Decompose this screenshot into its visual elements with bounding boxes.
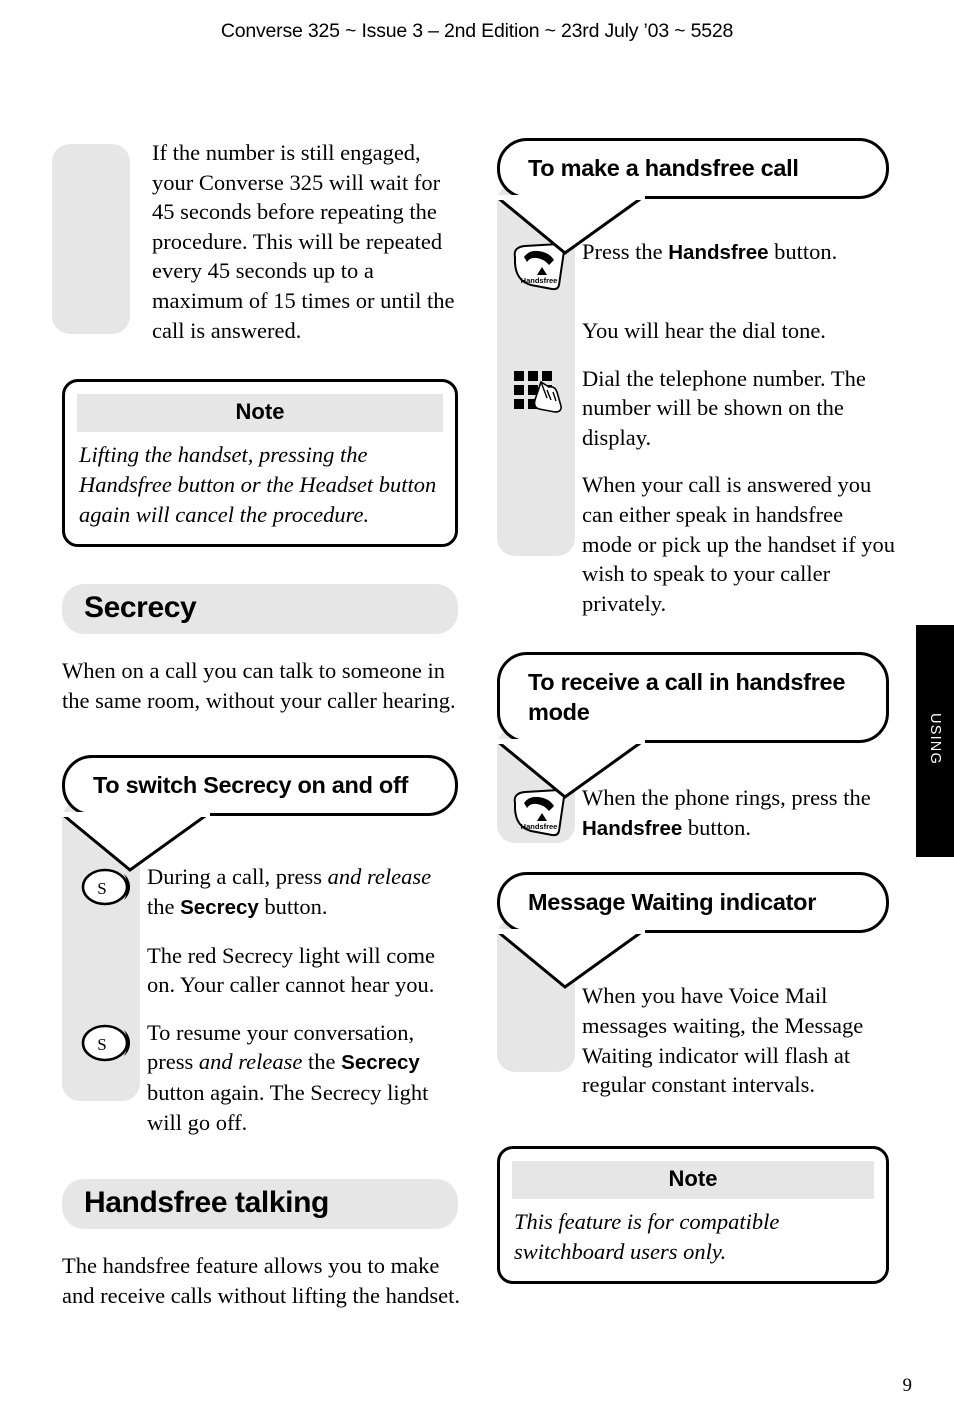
step-text: When you have Voice Mail messages waitin… xyxy=(582,983,864,1098)
handsfree-intro: The handsfree feature allows you to make… xyxy=(62,1253,461,1308)
secrecy-intro: When on a call you can talk to someone i… xyxy=(62,658,456,713)
callout-tail-icon xyxy=(492,739,648,800)
note-box-switchboard: Note This feature is for compatible swit… xyxy=(497,1145,889,1284)
step-icon-slot xyxy=(497,316,582,320)
section-heading-secrecy: Secrecy xyxy=(62,584,458,635)
callout-make-handsfree-call: To make a handsfree call xyxy=(492,138,897,255)
step-row: You will hear the dial tone. xyxy=(497,316,897,346)
step-icon-slot xyxy=(497,364,582,419)
make-call-steps-list: Handsfree Press the Handsfree button. You … xyxy=(497,237,897,618)
continued-paragraph: If the number is still engaged, your Con… xyxy=(152,140,455,343)
callout-message-waiting: Message Waiting indicator xyxy=(492,872,897,990)
secrecy-button-icon: S xyxy=(80,1022,130,1069)
message-waiting-block: Message Waiting indicator When you have … xyxy=(492,872,897,1099)
callout-tail-icon xyxy=(492,929,648,990)
note-title: Note xyxy=(512,1160,874,1199)
step-row: When your call is answered you can eithe… xyxy=(497,470,897,618)
step-text: To resume your conversation, press and r… xyxy=(147,1019,429,1135)
svg-text:Handsfree: Handsfree xyxy=(520,822,557,831)
note-title: Note xyxy=(77,394,443,433)
callout-title: To make a handsfree call xyxy=(497,138,889,199)
step-icon-slot xyxy=(62,941,147,945)
step-text: The red Secrecy light will come on. Your… xyxy=(147,942,436,998)
note-body: Lifting the handset, pressing the Handsf… xyxy=(79,442,437,528)
side-tab-using: USING xyxy=(916,625,954,857)
svg-text:Handsfree: Handsfree xyxy=(520,276,557,285)
step-row: S To resume your conversation, press and … xyxy=(62,1018,462,1137)
svg-text:S: S xyxy=(97,879,106,898)
page-number: 9 xyxy=(902,1375,913,1396)
callout-receive-handsfree-call: To receive a call in handsfree mode xyxy=(492,652,897,800)
step-row: The red Secrecy light will come on. Your… xyxy=(62,941,462,1000)
step-row: When you have Voice Mail messages waitin… xyxy=(497,981,897,1099)
step-text: You will hear the dial tone. xyxy=(582,318,826,343)
keypad-icon xyxy=(511,368,569,419)
step-icon-slot xyxy=(497,470,582,474)
running-header: Converse 325 ~ Issue 3 – 2nd Edition ~ 2… xyxy=(220,20,734,42)
svg-text:S: S xyxy=(97,1035,106,1054)
callout-title: Message Waiting indicator xyxy=(497,872,889,934)
callout-title: To switch Secrecy on and off xyxy=(62,755,458,817)
step-text: When your call is answered you can eithe… xyxy=(582,472,896,616)
right-column: To make a handsfree call Handsfree Press … xyxy=(492,138,897,1284)
step-icon-slot: S xyxy=(62,1018,147,1069)
secrecy-procedure-block: To switch Secrecy on and off S During a c… xyxy=(57,755,462,1137)
note-box-procedure: Note Lifting the handset, pressing the H… xyxy=(62,379,458,548)
step-text: Dial the telephone number. The number wi… xyxy=(582,365,866,450)
note-body: This feature is for compatible switchboa… xyxy=(514,1208,780,1264)
make-call-block: To make a handsfree call Handsfree Press … xyxy=(492,138,897,618)
message-waiting-steps-list: When you have Voice Mail messages waitin… xyxy=(497,981,897,1099)
left-column: If the number is still engaged, your Con… xyxy=(57,138,462,1310)
step-row: Dial the telephone number. The number wi… xyxy=(497,364,897,453)
side-tab-label: USING xyxy=(927,713,943,765)
callout-tail-icon xyxy=(492,195,648,255)
callout-tail-icon xyxy=(57,812,213,873)
callout-switch-secrecy: To switch Secrecy on and off xyxy=(57,755,462,873)
receive-call-block: To receive a call in handsfree mode Hand… xyxy=(492,652,897,844)
section-heading-handsfree-talking: Handsfree talking xyxy=(62,1179,458,1230)
secrecy-button-icon: S xyxy=(80,866,130,913)
callout-title: To receive a call in handsfree mode xyxy=(497,652,889,744)
